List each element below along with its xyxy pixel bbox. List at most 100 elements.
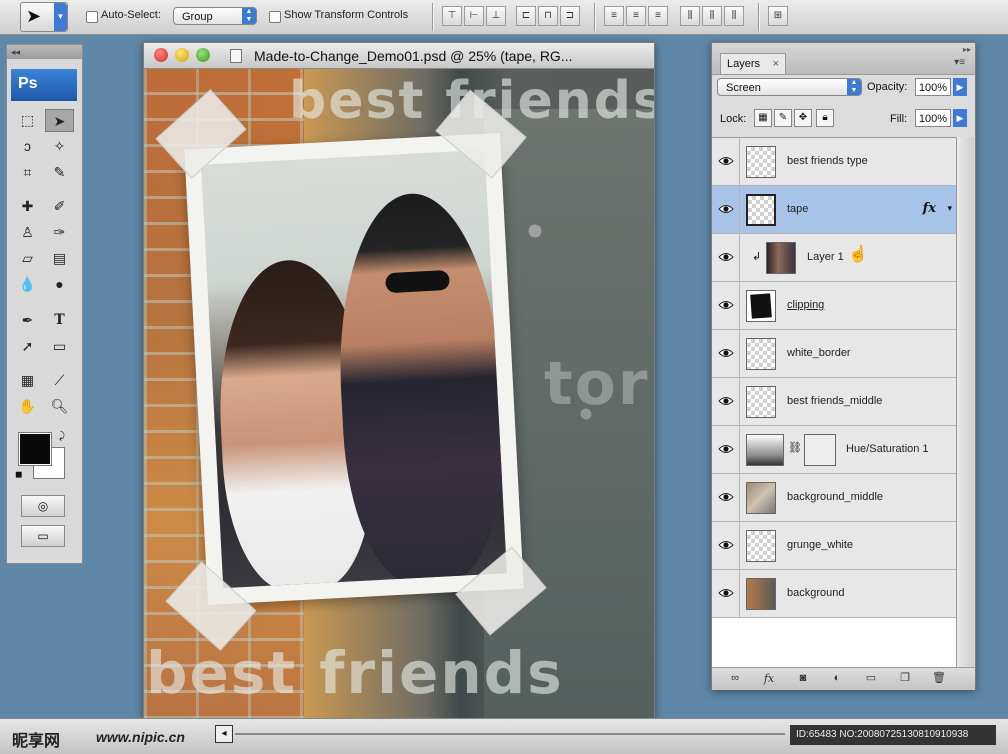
layer-row-hue-saturation[interactable]: ⛓ Hue/Saturation 1 bbox=[712, 426, 956, 474]
swap-colors-icon[interactable]: ⤸ bbox=[59, 431, 65, 442]
type-tool-icon[interactable]: T bbox=[45, 309, 74, 332]
path-selection-tool-icon[interactable]: ➚ bbox=[13, 335, 42, 358]
opacity-slider-arrow-icon[interactable]: ▶ bbox=[953, 78, 967, 96]
rectangle-tool-icon[interactable]: ▭ bbox=[45, 335, 74, 358]
move-tool-icon[interactable]: ➤ bbox=[45, 109, 74, 132]
layer-row-layer-1[interactable]: ↲ Layer 1 ☝ bbox=[712, 234, 956, 282]
minimize-window-button[interactable] bbox=[175, 48, 189, 62]
brush-tool-icon[interactable]: ✐ bbox=[45, 195, 74, 218]
gradient-tool-icon[interactable]: ▤ bbox=[45, 247, 74, 270]
clone-stamp-tool-icon[interactable]: ♙ bbox=[13, 221, 42, 244]
layer-row-best-friends-middle[interactable]: best friends_middle bbox=[712, 378, 956, 426]
tab-layers[interactable]: Layers × bbox=[720, 53, 786, 74]
layer-row-background-middle[interactable]: background_middle bbox=[712, 474, 956, 522]
delete-layer-icon[interactable]: 🗑︎ bbox=[928, 670, 950, 687]
zoom-tool-icon[interactable]: 🔍︎ bbox=[45, 395, 74, 418]
visibility-eye-icon[interactable] bbox=[712, 426, 740, 473]
foreground-color-swatch[interactable] bbox=[19, 433, 51, 465]
new-layer-icon[interactable]: ❐ bbox=[894, 670, 916, 687]
distribute-hcenter-button[interactable]: ⫼ bbox=[702, 6, 722, 26]
history-brush-tool-icon[interactable]: ✑ bbox=[45, 221, 74, 244]
layer-row-grunge-white[interactable]: grunge_white bbox=[712, 522, 956, 570]
auto-align-layers-button[interactable]: ⊞ bbox=[768, 6, 788, 26]
layer-row-tape[interactable]: tape fx ▾ bbox=[712, 186, 956, 234]
document-titlebar[interactable]: Made-to-Change_Demo01.psd @ 25% (tape, R… bbox=[144, 43, 654, 69]
close-tab-icon[interactable]: × bbox=[773, 54, 779, 74]
quick-mask-button[interactable]: ◎ bbox=[21, 495, 65, 517]
fill-slider-arrow-icon[interactable]: ▶ bbox=[953, 109, 967, 127]
add-layer-style-icon[interactable]: fx bbox=[758, 670, 780, 687]
layer-row-white-border[interactable]: white_border bbox=[712, 330, 956, 378]
lock-transparency-icon[interactable]: ▦ bbox=[754, 109, 772, 127]
align-bottom-edges-button[interactable]: ⊥ bbox=[486, 6, 506, 26]
visibility-eye-icon[interactable] bbox=[712, 234, 740, 281]
link-layers-icon[interactable]: ∞ bbox=[724, 670, 746, 687]
crop-tool-icon[interactable]: ⌗ bbox=[13, 161, 42, 184]
blur-tool-icon[interactable]: 💧 bbox=[13, 273, 42, 296]
layer-effects-icon[interactable]: fx bbox=[923, 201, 936, 216]
visibility-eye-icon[interactable] bbox=[712, 282, 740, 329]
eraser-tool-icon[interactable]: ▱ bbox=[13, 247, 42, 270]
add-mask-icon[interactable]: ◙ bbox=[792, 670, 814, 687]
blend-mode-dropdown[interactable]: Screen ▲ ▼ bbox=[717, 78, 862, 96]
visibility-eye-icon[interactable] bbox=[712, 522, 740, 569]
align-top-edges-button[interactable]: ⊤ bbox=[442, 6, 462, 26]
photoshop-logo[interactable]: Ps bbox=[11, 69, 77, 101]
layer-thumbnail bbox=[746, 146, 776, 178]
show-transform-checkbox[interactable] bbox=[269, 11, 281, 23]
distribute-top-button[interactable]: ≡ bbox=[604, 6, 624, 26]
lock-all-icon[interactable]: 🔒︎ bbox=[816, 109, 834, 127]
zoom-window-button[interactable] bbox=[196, 48, 210, 62]
close-window-button[interactable] bbox=[154, 48, 168, 62]
chain-link-icon[interactable]: ⛓ bbox=[788, 441, 802, 454]
lasso-tool-icon[interactable]: ↄ bbox=[13, 135, 42, 158]
visibility-eye-icon[interactable] bbox=[712, 186, 740, 233]
document-canvas[interactable]: best friends tor best friends bbox=[144, 69, 654, 719]
screen-mode-button[interactable]: ▭ bbox=[21, 525, 65, 547]
distribute-bottom-button[interactable]: ≡ bbox=[648, 6, 668, 26]
healing-brush-tool-icon[interactable]: ✚ bbox=[13, 195, 42, 218]
eyedropper-tool-icon[interactable]: ⟋ bbox=[45, 369, 74, 392]
panel-menu-icon[interactable]: ▾≡ bbox=[954, 57, 965, 68]
layer-row-clipping[interactable]: clipping bbox=[712, 282, 956, 330]
layer-row-background[interactable]: background bbox=[712, 570, 956, 618]
align-vertical-centers-button[interactable]: ⊢ bbox=[464, 6, 484, 26]
expand-effects-icon[interactable]: ▾ bbox=[947, 203, 952, 214]
toolbox-collapse-bar[interactable]: ◂◂ bbox=[7, 45, 82, 59]
visibility-eye-icon[interactable] bbox=[712, 570, 740, 617]
new-adjustment-layer-icon[interactable]: ◐ bbox=[826, 670, 848, 687]
magic-wand-tool-icon[interactable]: ✧ bbox=[45, 135, 74, 158]
layers-scrollbar[interactable] bbox=[956, 137, 974, 677]
align-left-edges-button[interactable]: ⊏ bbox=[516, 6, 536, 26]
lock-pixels-icon[interactable]: ✎ bbox=[774, 109, 792, 127]
dodge-tool-icon[interactable]: ● bbox=[45, 273, 74, 296]
distribute-vcenter-button[interactable]: ≡ bbox=[626, 6, 646, 26]
visibility-eye-icon[interactable] bbox=[712, 378, 740, 425]
tool-preset-picker[interactable]: ➤ ▼ bbox=[20, 2, 68, 32]
fill-input[interactable]: 100% bbox=[915, 109, 951, 127]
panel-collapse-icon[interactable]: ▸▸ bbox=[963, 45, 971, 54]
align-right-edges-button[interactable]: ⊐ bbox=[560, 6, 580, 26]
auto-select-dropdown[interactable]: Group ▲ ▼ bbox=[173, 7, 257, 25]
layer-row-best-friends-type[interactable]: best friends type bbox=[712, 138, 956, 186]
slice-tool-icon[interactable]: ✎ bbox=[45, 161, 74, 184]
visibility-eye-icon[interactable] bbox=[712, 138, 740, 185]
align-horizontal-centers-button[interactable]: ⊓ bbox=[538, 6, 558, 26]
lock-position-icon[interactable]: ✥ bbox=[794, 109, 812, 127]
default-colors-icon[interactable]: ◼ bbox=[15, 469, 22, 480]
auto-select-checkbox[interactable] bbox=[86, 11, 98, 23]
visibility-eye-icon[interactable] bbox=[712, 474, 740, 521]
zoom-slider-track[interactable] bbox=[235, 733, 785, 735]
pen-tool-icon[interactable]: ✒ bbox=[13, 309, 42, 332]
visibility-eye-icon[interactable] bbox=[712, 330, 740, 377]
zoom-slider-handle[interactable]: ◂ bbox=[215, 725, 233, 743]
new-group-icon[interactable]: ▭ bbox=[860, 670, 882, 687]
hand-tool-icon[interactable]: ✋ bbox=[13, 395, 42, 418]
layers-panel: ▸▸ Layers × ▾≡ Screen ▲ ▼ Opacity: 100% ▶… bbox=[711, 42, 976, 690]
opacity-input[interactable]: 100% bbox=[915, 78, 951, 96]
layers-panel-footer: ∞ fx ◙ ◐ ▭ ❐ 🗑︎ bbox=[712, 667, 975, 690]
distribute-right-button[interactable]: ⫼ bbox=[724, 6, 744, 26]
marquee-tool-icon[interactable]: ⬚ bbox=[13, 109, 42, 132]
notes-tool-icon[interactable]: ▦ bbox=[13, 369, 42, 392]
distribute-left-button[interactable]: ⫼ bbox=[680, 6, 700, 26]
